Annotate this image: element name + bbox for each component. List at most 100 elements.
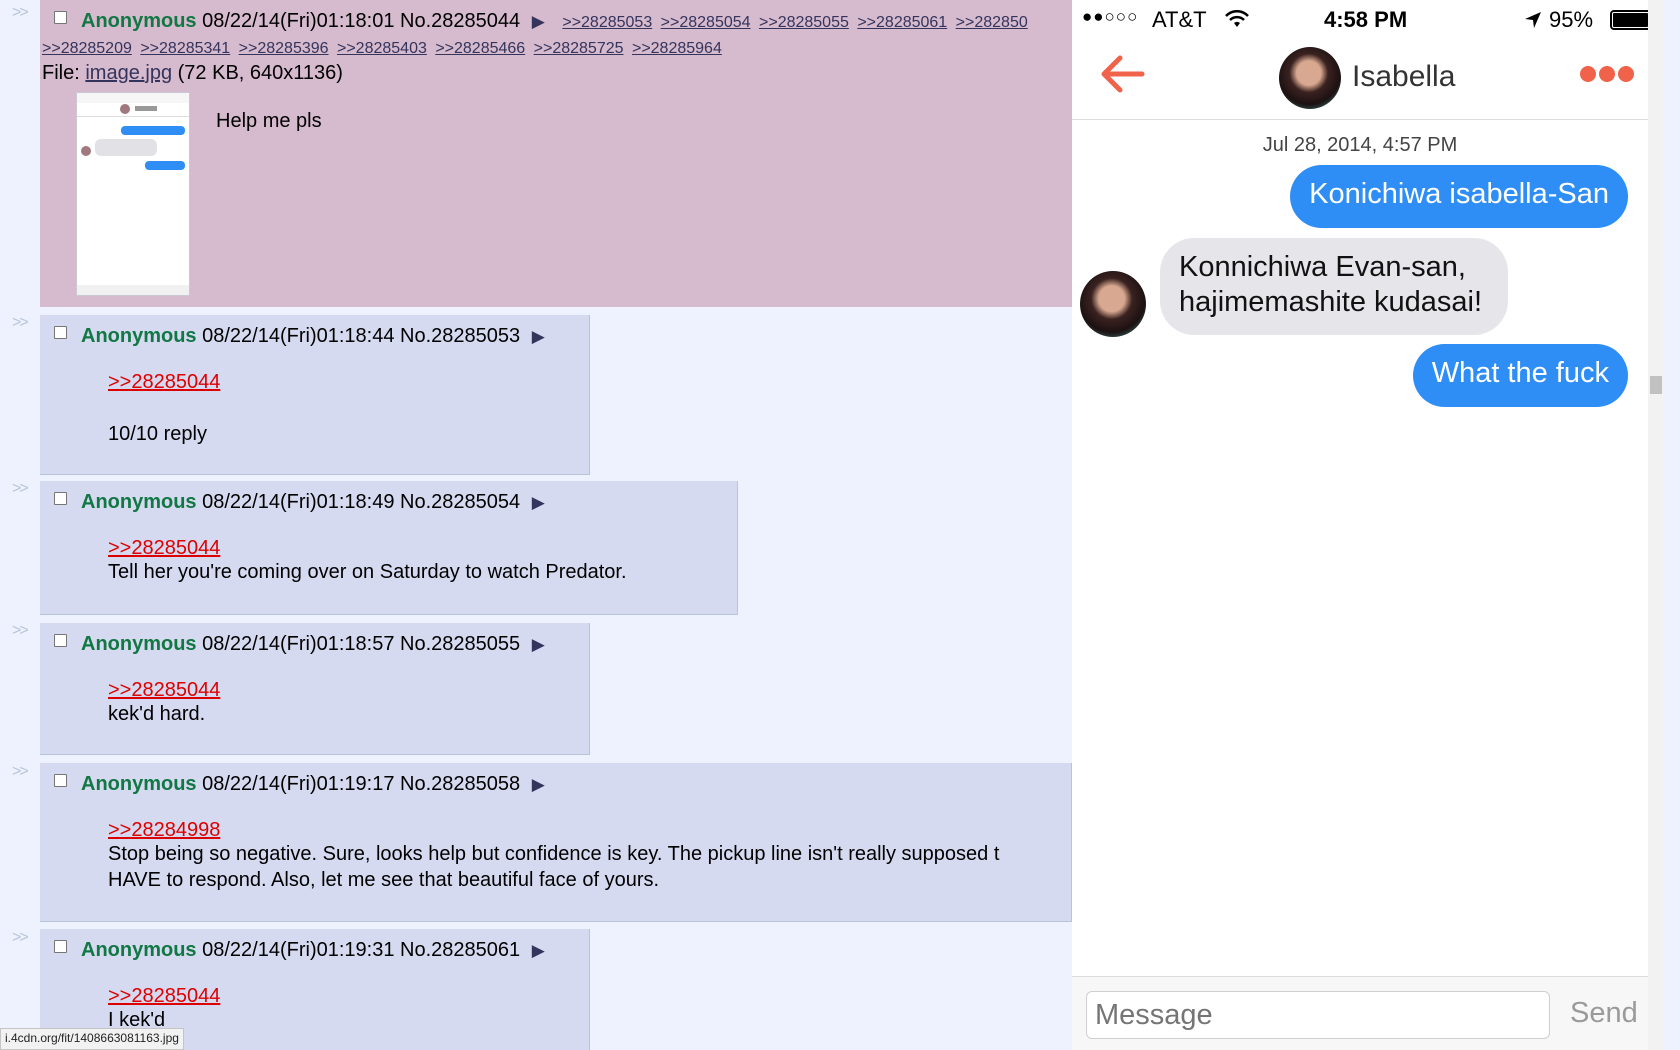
back-arrow-icon[interactable] xyxy=(1098,54,1146,99)
post-menu-icon[interactable]: ▶ xyxy=(532,775,545,794)
scrollbar[interactable] xyxy=(1648,0,1664,1050)
reply-comment-line-1: Stop being so negative. Sure, looks help… xyxy=(108,843,1000,865)
reply-select-checkbox[interactable] xyxy=(54,634,67,647)
backlink[interactable]: >>28285054 xyxy=(661,14,751,31)
post-number[interactable]: No.28285058 xyxy=(400,773,520,795)
thread-view: >> Anonymous 08/22/14(Fri)01:18:01 No.28… xyxy=(0,0,1072,1050)
quote-link[interactable]: >>28285044 xyxy=(108,371,220,394)
reply-comment: Tell her you're coming over on Saturday … xyxy=(108,561,627,583)
post-menu-icon[interactable]: ▶ xyxy=(532,327,545,346)
backlinks-row-2: >>28285209 >>28285341 >>28285396 >>28285… xyxy=(42,40,726,58)
post-datetime: 08/22/14(Fri)01:18:57 xyxy=(202,633,395,655)
side-marker: >> xyxy=(12,622,29,639)
reply-header: Anonymous 08/22/14(Fri)01:19:31 No.28285… xyxy=(54,939,545,962)
file-link[interactable]: image.jpg xyxy=(85,62,172,84)
browser-status-url: i.4cdn.org/fit/1408663081163.jpg xyxy=(0,1028,184,1050)
op-header: Anonymous 08/22/14(Fri)01:18:01 No.28285… xyxy=(54,10,1032,33)
post-datetime: 08/22/14(Fri)01:19:17 xyxy=(202,773,395,795)
backlink[interactable]: >>282850 xyxy=(956,14,1028,31)
message-bubble-sent[interactable]: What the fuck xyxy=(1412,344,1628,407)
post-number[interactable]: No.28285053 xyxy=(400,325,520,347)
backlink[interactable]: >>28285725 xyxy=(534,40,624,57)
reply-header: Anonymous 08/22/14(Fri)01:18:57 No.28285… xyxy=(54,633,545,656)
scrollbar-thumb[interactable] xyxy=(1650,376,1662,394)
reply-post: Anonymous 08/22/14(Fri)01:19:17 No.28285… xyxy=(40,763,1072,922)
sender-avatar xyxy=(1080,271,1146,337)
message-input[interactable] xyxy=(1086,991,1550,1039)
carrier-label: AT&T xyxy=(1152,7,1207,32)
op-image-thumbnail[interactable] xyxy=(76,92,190,296)
backlink[interactable]: >>28285061 xyxy=(857,14,947,31)
backlink[interactable]: >>28285964 xyxy=(632,40,722,57)
side-marker: >> xyxy=(12,763,29,780)
poster-name: Anonymous xyxy=(81,491,197,513)
message-bubble-received[interactable]: Konnichiwa Evan-san, hajimemashite kudas… xyxy=(1160,238,1508,335)
backlink[interactable]: >>28285466 xyxy=(435,40,525,57)
more-options-icon[interactable] xyxy=(1580,65,1634,88)
reply-header: Anonymous 08/22/14(Fri)01:19:17 No.28285… xyxy=(54,773,545,796)
side-marker: >> xyxy=(12,929,29,946)
post-datetime: 08/22/14(Fri)01:18:49 xyxy=(202,491,395,513)
post-number[interactable]: No.28285061 xyxy=(400,939,520,961)
post-number[interactable]: No.28285044 xyxy=(400,10,520,32)
reply-header: Anonymous 08/22/14(Fri)01:18:44 No.28285… xyxy=(54,325,545,348)
signal-dots-icon: ●●○○○ xyxy=(1082,7,1139,26)
reply-post: Anonymous 08/22/14(Fri)01:18:57 No.28285… xyxy=(40,623,590,755)
post-number[interactable]: No.28285054 xyxy=(400,491,520,513)
backlink[interactable]: >>28285053 xyxy=(562,14,652,31)
file-meta: (72 KB, 640x1136) xyxy=(177,62,343,84)
reply-comment: kek'd hard. xyxy=(108,703,206,725)
backlink[interactable]: >>28285055 xyxy=(759,14,849,31)
poster-name: Anonymous xyxy=(81,633,197,655)
backlinks-row-1: >>28285053 >>28285054 >>28285055 >>28285… xyxy=(562,14,1031,31)
op-select-checkbox[interactable] xyxy=(54,11,67,24)
post-datetime: 08/22/14(Fri)01:18:44 xyxy=(202,325,395,347)
side-marker: >> xyxy=(12,314,29,331)
poster-name: Anonymous xyxy=(81,10,197,32)
message-composer: Send xyxy=(1072,976,1664,1050)
reply-select-checkbox[interactable] xyxy=(54,774,67,787)
message-bubble-sent[interactable]: Konichiwa isabella-San xyxy=(1290,165,1628,228)
reply-comment: 10/10 reply xyxy=(108,423,207,445)
backlink[interactable]: >>28285209 xyxy=(42,40,132,57)
backlink[interactable]: >>28285403 xyxy=(337,40,427,57)
battery-percent: 95% xyxy=(1549,7,1594,32)
send-button[interactable]: Send xyxy=(1570,997,1638,1030)
reply-comment-line-2: HAVE to respond. Also, let me see that b… xyxy=(108,869,660,891)
backlink[interactable]: >>28285341 xyxy=(140,40,230,57)
post-menu-icon[interactable]: ▶ xyxy=(532,12,545,31)
quote-link[interactable]: >>28285044 xyxy=(108,679,220,702)
contact-name[interactable]: Isabella xyxy=(1352,60,1455,94)
contact-avatar[interactable] xyxy=(1279,47,1341,109)
side-marker: >> xyxy=(12,480,29,497)
chat-nav-bar: Isabella xyxy=(1072,38,1664,120)
post-menu-icon[interactable]: ▶ xyxy=(532,941,545,960)
reply-select-checkbox[interactable] xyxy=(54,940,67,953)
wifi-icon xyxy=(1225,8,1249,34)
clock-time: 4:58 PM xyxy=(1324,7,1408,32)
poster-name: Anonymous xyxy=(81,325,197,347)
conversation-timestamp: Jul 28, 2014, 4:57 PM xyxy=(1262,134,1458,156)
post-datetime: 08/22/14(Fri)01:19:31 xyxy=(202,939,395,961)
reply-select-checkbox[interactable] xyxy=(54,492,67,505)
side-marker: >> xyxy=(12,4,29,21)
file-label: File: xyxy=(42,62,80,84)
location-arrow-icon xyxy=(1524,9,1542,35)
op-comment: Help me pls xyxy=(216,110,322,132)
reply-select-checkbox[interactable] xyxy=(54,326,67,339)
post-menu-icon[interactable]: ▶ xyxy=(532,635,545,654)
reply-post: Anonymous 08/22/14(Fri)01:18:49 No.28285… xyxy=(40,481,738,615)
quote-link[interactable]: >>28285044 xyxy=(108,537,220,560)
quote-link[interactable]: >>28284998 xyxy=(108,819,220,842)
file-info: File: image.jpg (72 KB, 640x1136) xyxy=(42,62,343,85)
post-number[interactable]: No.28285055 xyxy=(400,633,520,655)
backlink[interactable]: >>28285396 xyxy=(239,40,329,57)
quote-link[interactable]: >>28285044 xyxy=(108,985,220,1008)
poster-name: Anonymous xyxy=(81,939,197,961)
reply-post: Anonymous 08/22/14(Fri)01:18:44 No.28285… xyxy=(40,315,590,475)
op-post: Anonymous 08/22/14(Fri)01:18:01 No.28285… xyxy=(40,0,1072,307)
reply-header: Anonymous 08/22/14(Fri)01:18:49 No.28285… xyxy=(54,491,545,514)
post-menu-icon[interactable]: ▶ xyxy=(532,493,545,512)
ios-status-bar: ●●○○○ AT&T 4:58 PM 95% xyxy=(1072,0,1664,38)
phone-screenshot: ●●○○○ AT&T 4:58 PM 95% Isabella Jul 28, … xyxy=(1072,0,1664,1050)
